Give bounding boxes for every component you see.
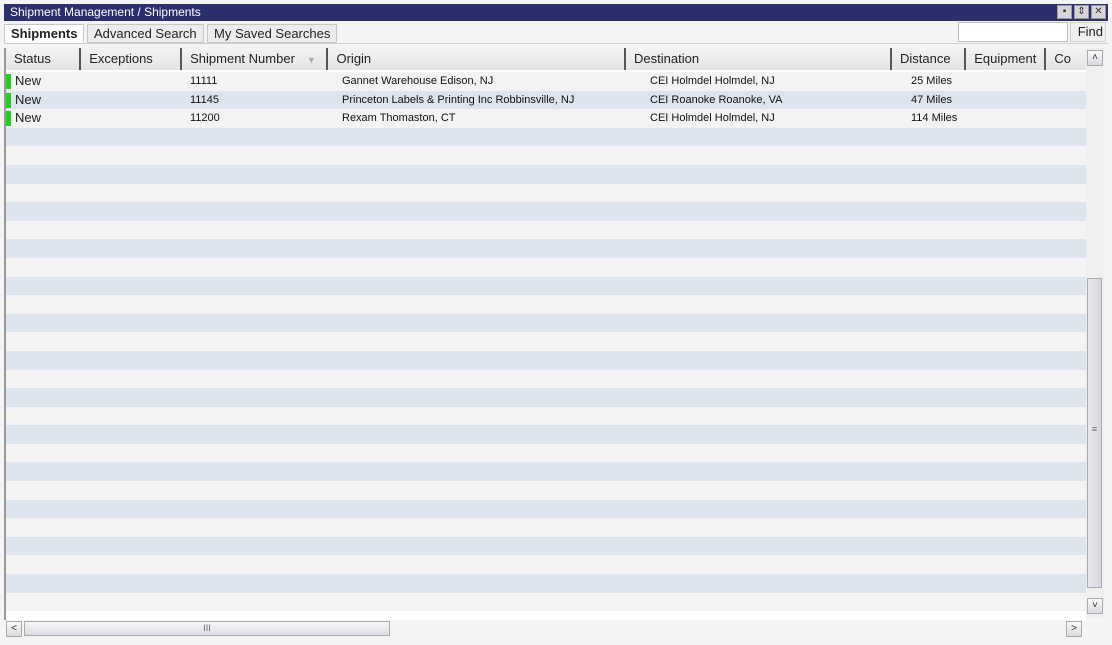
cell-origin: Princeton Labels & Printing Inc Robbinsv…: [342, 93, 575, 106]
table-row[interactable]: New 11200 Rexam Thomaston, CT CEI Holmdel H…: [6, 109, 1086, 128]
cell-shipment-number: 11111: [190, 75, 218, 87]
sort-descending-icon: ▼: [306, 55, 316, 65]
scroll-right-button[interactable]: >: [1066, 621, 1082, 637]
column-label: Equipment: [974, 51, 1037, 66]
empty-table-row: [6, 239, 1086, 258]
empty-table-row: [6, 518, 1086, 537]
column-header-equipment[interactable]: Equipment: [966, 48, 1047, 70]
tab-shipments[interactable]: Shipments: [4, 24, 85, 43]
empty-table-row: [6, 574, 1086, 593]
scroll-left-button[interactable]: <: [6, 621, 22, 637]
horizontal-scroll-thumb[interactable]: III: [24, 621, 390, 636]
tab-advanced-search[interactable]: Advanced Search: [87, 24, 204, 43]
refresh-icon[interactable]: ⇕: [1074, 5, 1089, 19]
status-indicator: [6, 111, 11, 127]
cell-destination: CEI Holmdel Holmdel, NJ: [650, 75, 775, 87]
cell-distance: 114 Miles: [911, 112, 958, 125]
column-header-shipment-number[interactable]: Shipment Number ▼: [182, 48, 329, 70]
cell-shipment-number: 11200: [190, 112, 220, 125]
empty-table-row: [6, 425, 1086, 444]
scroll-down-button[interactable]: ˅: [1087, 598, 1103, 614]
empty-table-row: [6, 536, 1086, 556]
save-icon[interactable]: ▪: [1057, 5, 1072, 19]
table-row[interactable]: New 11145 Princeton Labels & Printing Inc …: [6, 90, 1086, 110]
cell-status: New: [15, 91, 42, 107]
empty-table-row: [6, 183, 1086, 203]
empty-table-row: [6, 332, 1086, 351]
table-header: Status Exceptions Shipment Number ▼ Origi…: [6, 48, 1086, 70]
table-row[interactable]: New 11111 Gannet Warehouse Edison, NJ CEI H…: [6, 72, 1086, 91]
find-button[interactable]: Find: [1070, 22, 1106, 42]
search-input[interactable]: [958, 22, 1068, 42]
column-header-origin[interactable]: Origin: [328, 48, 627, 70]
empty-table-row: [6, 592, 1086, 612]
column-label: Shipment Number: [190, 51, 295, 66]
column-label: Exceptions: [89, 51, 153, 66]
cell-shipment-number: 11145: [190, 93, 219, 106]
scroll-up-button[interactable]: ˄: [1087, 50, 1103, 66]
table-body: New 11111 Gannet Warehouse Edison, NJ CEI H…: [6, 72, 1086, 612]
cell-distance: 47 Miles: [911, 93, 952, 106]
grip-icon: ≡: [1091, 424, 1098, 434]
empty-table-row: [6, 313, 1086, 333]
grip-icon: III: [203, 623, 211, 633]
tab-bar: Shipments Advanced Search My Saved Searc…: [4, 22, 1108, 44]
column-header-status[interactable]: Status: [6, 48, 82, 70]
column-label: Origin: [336, 51, 372, 66]
column-label: Distance: [899, 51, 951, 66]
shipments-table: Status Exceptions Shipment Number ▼ Origi…: [4, 48, 1086, 620]
cell-destination: CEI Roanoke Roanoke, VA: [650, 93, 783, 106]
cell-origin: Rexam Thomaston, CT: [342, 112, 456, 125]
empty-table-row: [6, 350, 1086, 370]
window-title: Shipment Management / Shipments: [10, 5, 201, 19]
empty-table-row: [6, 295, 1086, 314]
column-header-distance[interactable]: Distance: [891, 48, 967, 70]
empty-table-row: [6, 388, 1086, 407]
cell-origin: Gannet Warehouse Edison, NJ: [342, 75, 494, 87]
empty-table-row: [6, 127, 1086, 147]
column-label: Co: [1054, 51, 1071, 66]
column-label: Status: [14, 51, 51, 66]
vertical-scroll-thumb[interactable]: ≡: [1087, 278, 1102, 588]
empty-table-row: [6, 276, 1086, 296]
empty-table-row: [6, 164, 1086, 184]
tab-my-saved-searches[interactable]: My Saved Searches: [207, 24, 338, 43]
empty-table-row: [6, 257, 1086, 277]
column-header-co[interactable]: Co: [1046, 48, 1086, 70]
vertical-scrollbar[interactable]: ˄ ≡ ˅: [1086, 48, 1104, 618]
empty-table-row: [6, 369, 1086, 389]
empty-table-row: [6, 499, 1086, 519]
empty-table-row: [6, 555, 1086, 575]
cell-destination: CEI Holmdel Holmdel, NJ: [650, 112, 775, 125]
column-header-exceptions[interactable]: Exceptions: [81, 48, 183, 70]
empty-table-row: [6, 220, 1086, 240]
status-indicator: [6, 92, 11, 108]
status-indicator: [6, 74, 11, 89]
empty-table-row: [6, 146, 1086, 165]
column-label: Destination: [634, 51, 700, 66]
column-header-destination[interactable]: Destination: [626, 48, 892, 70]
empty-table-row: [6, 481, 1086, 500]
horizontal-scrollbar[interactable]: < III >: [4, 620, 1086, 638]
shipment-management-window: Shipment Management / Shipments ▪ ⇕ ✕ Sh…: [0, 0, 1112, 645]
cell-status: New: [15, 73, 42, 88]
cell-distance: 25 Miles: [911, 75, 952, 87]
empty-table-row: [6, 443, 1086, 463]
cell-status: New: [15, 110, 42, 126]
empty-table-row: [6, 202, 1086, 221]
empty-table-row: [6, 462, 1086, 482]
close-icon[interactable]: ✕: [1091, 5, 1106, 19]
title-bar: Shipment Management / Shipments ▪ ⇕ ✕: [4, 4, 1108, 21]
empty-table-row: [6, 406, 1086, 426]
